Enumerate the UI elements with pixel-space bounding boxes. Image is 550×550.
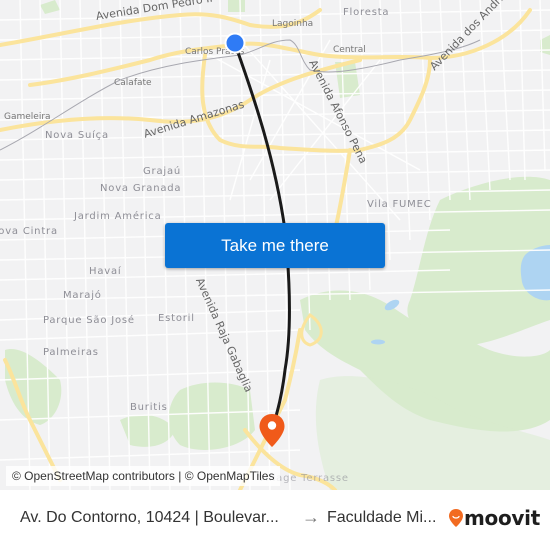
place-label: Buritis <box>130 402 168 413</box>
place-label: Palmeiras <box>43 347 99 358</box>
place-label: Nova Cintra <box>0 226 58 237</box>
place-label: Grajaú <box>143 166 182 177</box>
origin-dot-icon[interactable] <box>223 31 247 55</box>
place-label: Marajó <box>63 290 102 301</box>
map-attribution[interactable]: © OpenStreetMap contributors | © OpenMap… <box>6 466 281 486</box>
place-label: Nova Granada <box>100 183 182 194</box>
place-label: Floresta <box>343 7 390 18</box>
route-origin-label: Av. Do Contorno, 10424 | Boulevar... <box>20 509 279 526</box>
moovit-logo[interactable]: moovit <box>448 506 540 530</box>
place-label: Havaí <box>89 266 122 277</box>
map[interactable]: Floresta Lagoinha Carlos Prates Central … <box>0 0 550 490</box>
place-label: Jardim América <box>74 211 162 222</box>
place-label: Parque São José <box>43 315 135 326</box>
place-label: Estoril <box>158 313 195 324</box>
place-label: Vila FUMEC <box>367 199 432 210</box>
moovit-wordmark: moovit <box>464 506 540 530</box>
route-destination-label: Faculdade Mi... <box>327 509 437 526</box>
place-label: Gameleira <box>4 112 51 122</box>
place-label: Nova Suíça <box>45 130 109 141</box>
place-label: Calafate <box>114 78 152 88</box>
arrow-right-icon: → <box>302 507 320 527</box>
place-label: Lagoinha <box>272 19 314 29</box>
route-footer: Av. Do Contorno, 10424 | Boulevar... → F… <box>0 490 550 550</box>
place-label: Central <box>333 45 366 55</box>
map-pin-icon[interactable] <box>258 413 286 449</box>
moovit-pin-icon <box>449 509 463 527</box>
take-me-there-button[interactable]: Take me there <box>165 223 385 268</box>
